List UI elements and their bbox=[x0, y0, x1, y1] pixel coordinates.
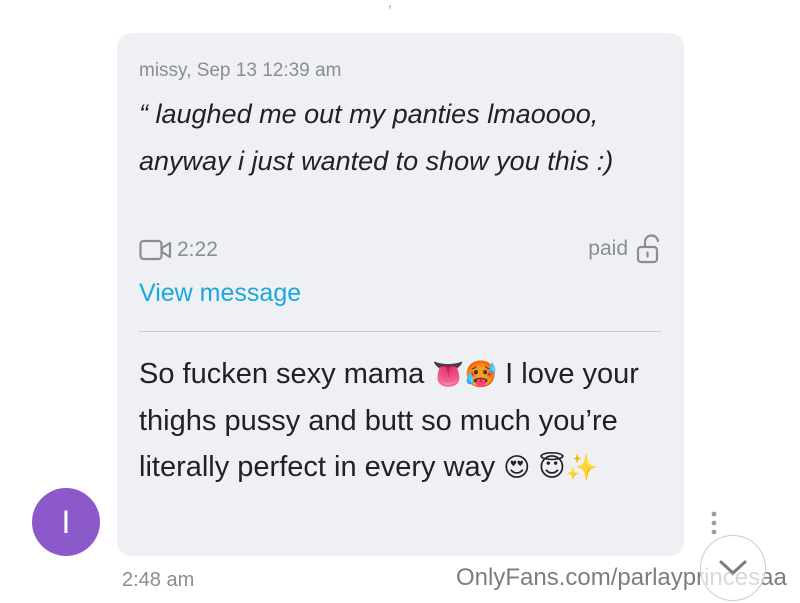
more-vertical-icon[interactable] bbox=[705, 510, 723, 536]
avatar[interactable]: I bbox=[32, 488, 100, 556]
heart-eyes-emoji: 😍 bbox=[503, 453, 531, 483]
tongue-hot-face-emoji: 👅🥵 bbox=[432, 360, 498, 390]
chat-page: , missy, Sep 13 12:39 am “ laughed me ou… bbox=[0, 0, 800, 603]
message-text-part1: So fucken sexy mama bbox=[139, 358, 425, 390]
paid-label: paid bbox=[588, 237, 628, 260]
unlocked-lock-icon bbox=[636, 234, 660, 264]
scroll-down-button[interactable] bbox=[700, 535, 766, 601]
video-camera-icon bbox=[139, 239, 172, 261]
quote-divider bbox=[139, 331, 661, 332]
halo-sparkles-emoji: 😇✨ bbox=[538, 453, 598, 483]
message-text: So fucken sexy mama 👅🥵 I love your thigh… bbox=[139, 351, 664, 491]
quoted-message-text: “ laughed me out my panties lmaoooo, any… bbox=[139, 99, 614, 176]
avatar-initial: I bbox=[61, 503, 71, 540]
view-message-link[interactable]: View message bbox=[139, 279, 301, 308]
quoted-message-meta: missy, Sep 13 12:39 am bbox=[139, 60, 342, 81]
video-duration-row: 2:22 bbox=[139, 236, 218, 264]
chevron-down-icon bbox=[719, 560, 747, 575]
message-time: 2:48 am bbox=[122, 569, 195, 591]
top-divider-fragment: , bbox=[388, 0, 392, 10]
video-duration: 2:22 bbox=[177, 238, 218, 261]
paid-status: paid bbox=[588, 234, 662, 264]
message-bubble: missy, Sep 13 12:39 am “ laughed me out … bbox=[117, 33, 684, 556]
